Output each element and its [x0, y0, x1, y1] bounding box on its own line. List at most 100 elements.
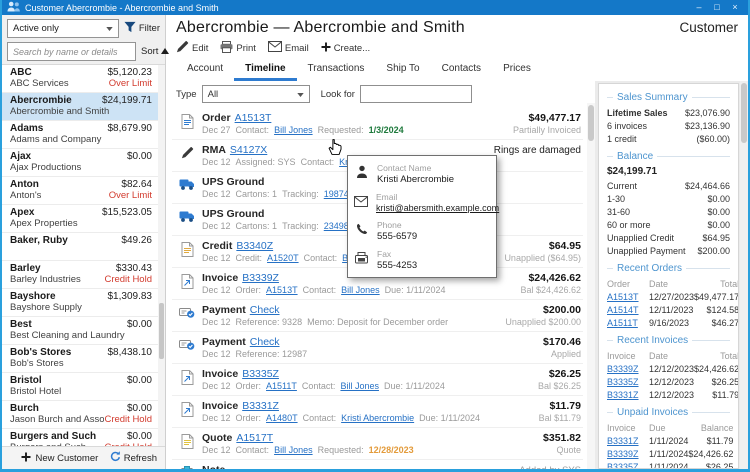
customer-status: Credit Hold: [104, 442, 152, 446]
type-filter-select[interactable]: All: [202, 85, 310, 103]
customer-list-item[interactable]: Baker, Ruby$49.26: [2, 233, 158, 261]
summary-table-link[interactable]: B3339Z: [607, 362, 649, 375]
close-button[interactable]: ×: [727, 1, 743, 14]
summary-table-link[interactable]: A1514T: [607, 303, 649, 316]
customer-list-item[interactable]: Adams$8,679.90Adams and Company: [2, 121, 158, 149]
customer-list-item[interactable]: Bristol$0.00Bristol Hotel: [2, 373, 158, 401]
summary-table-link[interactable]: B3335Z: [607, 460, 649, 469]
record-tabs: AccountTimelineTransactionsShip ToContac…: [176, 60, 740, 81]
filter-button[interactable]: Filter: [124, 21, 160, 36]
edit-button[interactable]: Edit: [176, 40, 208, 56]
summary-table-link[interactable]: B3331Z: [607, 434, 649, 447]
new-customer-button[interactable]: New Customer: [10, 452, 110, 465]
timeline-link[interactable]: Kristi Abercrombie: [341, 413, 414, 423]
entry-title: Payment: [202, 336, 246, 348]
tooltip-field-label: Fax: [377, 249, 417, 259]
timeline-scrollbar[interactable]: [587, 103, 595, 469]
timeline-detail-text: Cartons: 1: [236, 221, 278, 231]
search-input[interactable]: [7, 42, 136, 61]
tab-transactions[interactable]: Transactions: [297, 60, 376, 81]
timeline-detail-text: Dec 12: [202, 381, 231, 391]
tab-prices[interactable]: Prices: [492, 60, 542, 81]
entry-number-link[interactable]: A1513T: [235, 112, 272, 124]
tooltip-email-link[interactable]: kristi@abersmith.example.com: [376, 203, 499, 213]
timeline-detail-text: Due: 1/11/2024: [384, 381, 445, 391]
entry-number-link[interactable]: B3331Z: [242, 400, 279, 412]
payment-icon: [178, 338, 196, 356]
timeline-link[interactable]: A1513T: [266, 285, 298, 295]
customer-list-item[interactable]: Abercrombie$24,199.71Abercrombie and Smi…: [2, 93, 158, 121]
customer-list-item[interactable]: Ajax$0.00Ajax Productions: [2, 149, 158, 177]
entry-number-link[interactable]: B3339Z: [242, 272, 279, 284]
summary-table-value: $11.79: [688, 434, 733, 447]
customer-list-item[interactable]: Burgers and Such$0.00Burgers and SuchCre…: [2, 429, 158, 446]
timeline-link[interactable]: A1480T: [266, 413, 298, 423]
print-button[interactable]: Print: [220, 41, 256, 56]
entry-number-link[interactable]: Check: [250, 336, 280, 348]
customer-balance: $15,523.05: [102, 207, 152, 218]
timeline-link[interactable]: A1520T: [267, 253, 299, 263]
customer-list-item[interactable]: Burch$0.00Jason Burch and AssociatesCred…: [2, 401, 158, 429]
timeline-link[interactable]: Bill Jones: [274, 125, 313, 135]
summary-table-link[interactable]: B3331Z: [607, 388, 649, 401]
customer-list-item[interactable]: Barley$330.43Barley IndustriesCredit Hol…: [2, 261, 158, 289]
customer-company: Bayshore Supply: [10, 302, 152, 313]
timeline-link[interactable]: Bill Jones: [274, 445, 313, 455]
entry-number-link[interactable]: Check: [250, 304, 280, 316]
refresh-button[interactable]: Refresh: [110, 451, 157, 465]
maximize-button[interactable]: □: [709, 1, 725, 14]
tab-ship-to[interactable]: Ship To: [375, 60, 430, 81]
filter-button-label: Filter: [139, 23, 160, 34]
summary-table-link[interactable]: A1511T: [607, 316, 649, 329]
customer-balance: $82.64: [121, 179, 152, 190]
entry-title: RMA: [202, 144, 226, 156]
invoice-doc-icon: [178, 370, 196, 390]
timeline-detail-text: Tracking:: [282, 221, 319, 231]
customer-name: Abercrombie: [10, 95, 102, 106]
customer-list-item[interactable]: Apex$15,523.05Apex Properties: [2, 205, 158, 233]
customer-company: Apex Properties: [10, 218, 152, 229]
customer-balance: $5,120.23: [108, 67, 153, 78]
entry-number-link[interactable]: A1517T: [236, 432, 273, 444]
look-for-input[interactable]: [360, 85, 472, 103]
timeline-entry[interactable]: InvoiceB3331Z$11.79Dec 12Order:A1480TCon…: [172, 396, 583, 428]
email-button[interactable]: Email: [268, 41, 309, 55]
timeline-link[interactable]: A1511T: [266, 381, 297, 391]
entry-title: Invoice: [202, 272, 238, 284]
customer-list-scrollbar[interactable]: [158, 65, 165, 446]
timeline-detail-text: Reference: 12987: [236, 349, 308, 359]
entry-number-link[interactable]: B3335Z: [242, 368, 279, 380]
page-title: Abercrombie — Abercrombie and Smith: [176, 19, 465, 37]
customer-list-item[interactable]: Bob's Stores$8,438.10Bob's Stores: [2, 345, 158, 373]
entry-number-link[interactable]: B3340Z: [236, 240, 273, 252]
envelope-icon: [354, 192, 368, 212]
summary-table-link[interactable]: B3339Z: [607, 447, 649, 460]
timeline-entry[interactable]: QuoteA1517T$351.82Dec 12Contact:Bill Jon…: [172, 428, 583, 460]
timeline-entry[interactable]: OrderA1513T$49,477.17Dec 27Contact:Bill …: [172, 108, 583, 140]
customer-list-item[interactable]: Anton$82.64Anton'sOver Limit: [2, 177, 158, 205]
summary-scrollbar[interactable]: [740, 81, 748, 469]
tab-timeline[interactable]: Timeline: [234, 60, 296, 81]
create-button[interactable]: Create...: [321, 42, 370, 55]
summary-table-link[interactable]: B3335Z: [607, 375, 649, 388]
timeline-entry[interactable]: NoteAdded by SYSDec 11Follow up by: SYSD…: [172, 460, 583, 469]
entry-number-link[interactable]: S4127X: [230, 144, 267, 156]
summary-table-link[interactable]: A1513T: [607, 290, 649, 303]
active-filter-select[interactable]: Active only: [7, 19, 119, 38]
timeline-link[interactable]: Bill Jones: [340, 381, 379, 391]
customer-company: Abercrombie and Smith: [10, 106, 152, 117]
minimize-button[interactable]: –: [691, 1, 707, 14]
tab-account[interactable]: Account: [176, 60, 234, 81]
toolbar-label: Print: [236, 43, 256, 54]
customer-list-item[interactable]: Bayshore$1,309.83Bayshore Supply: [2, 289, 158, 317]
customer-list-item[interactable]: ABC$5,120.23ABC ServicesOver Limit: [2, 65, 158, 93]
timeline-detail-text: Contact:: [304, 253, 338, 263]
customer-list-item[interactable]: Best$0.00Best Cleaning and Laundry: [2, 317, 158, 345]
tab-contacts[interactable]: Contacts: [431, 60, 492, 81]
timeline-entry[interactable]: InvoiceB3335Z$26.25Dec 12Order:A1511TCon…: [172, 364, 583, 396]
entry-status: Unapplied ($64.95): [504, 253, 581, 263]
entry-amount: $24,426.62: [528, 272, 581, 284]
timeline-link[interactable]: Bill Jones: [341, 285, 380, 295]
timeline-entry[interactable]: PaymentCheck$170.46Dec 12Reference: 1298…: [172, 332, 583, 364]
timeline-entry[interactable]: PaymentCheck$200.00Dec 12Reference: 9328…: [172, 300, 583, 332]
